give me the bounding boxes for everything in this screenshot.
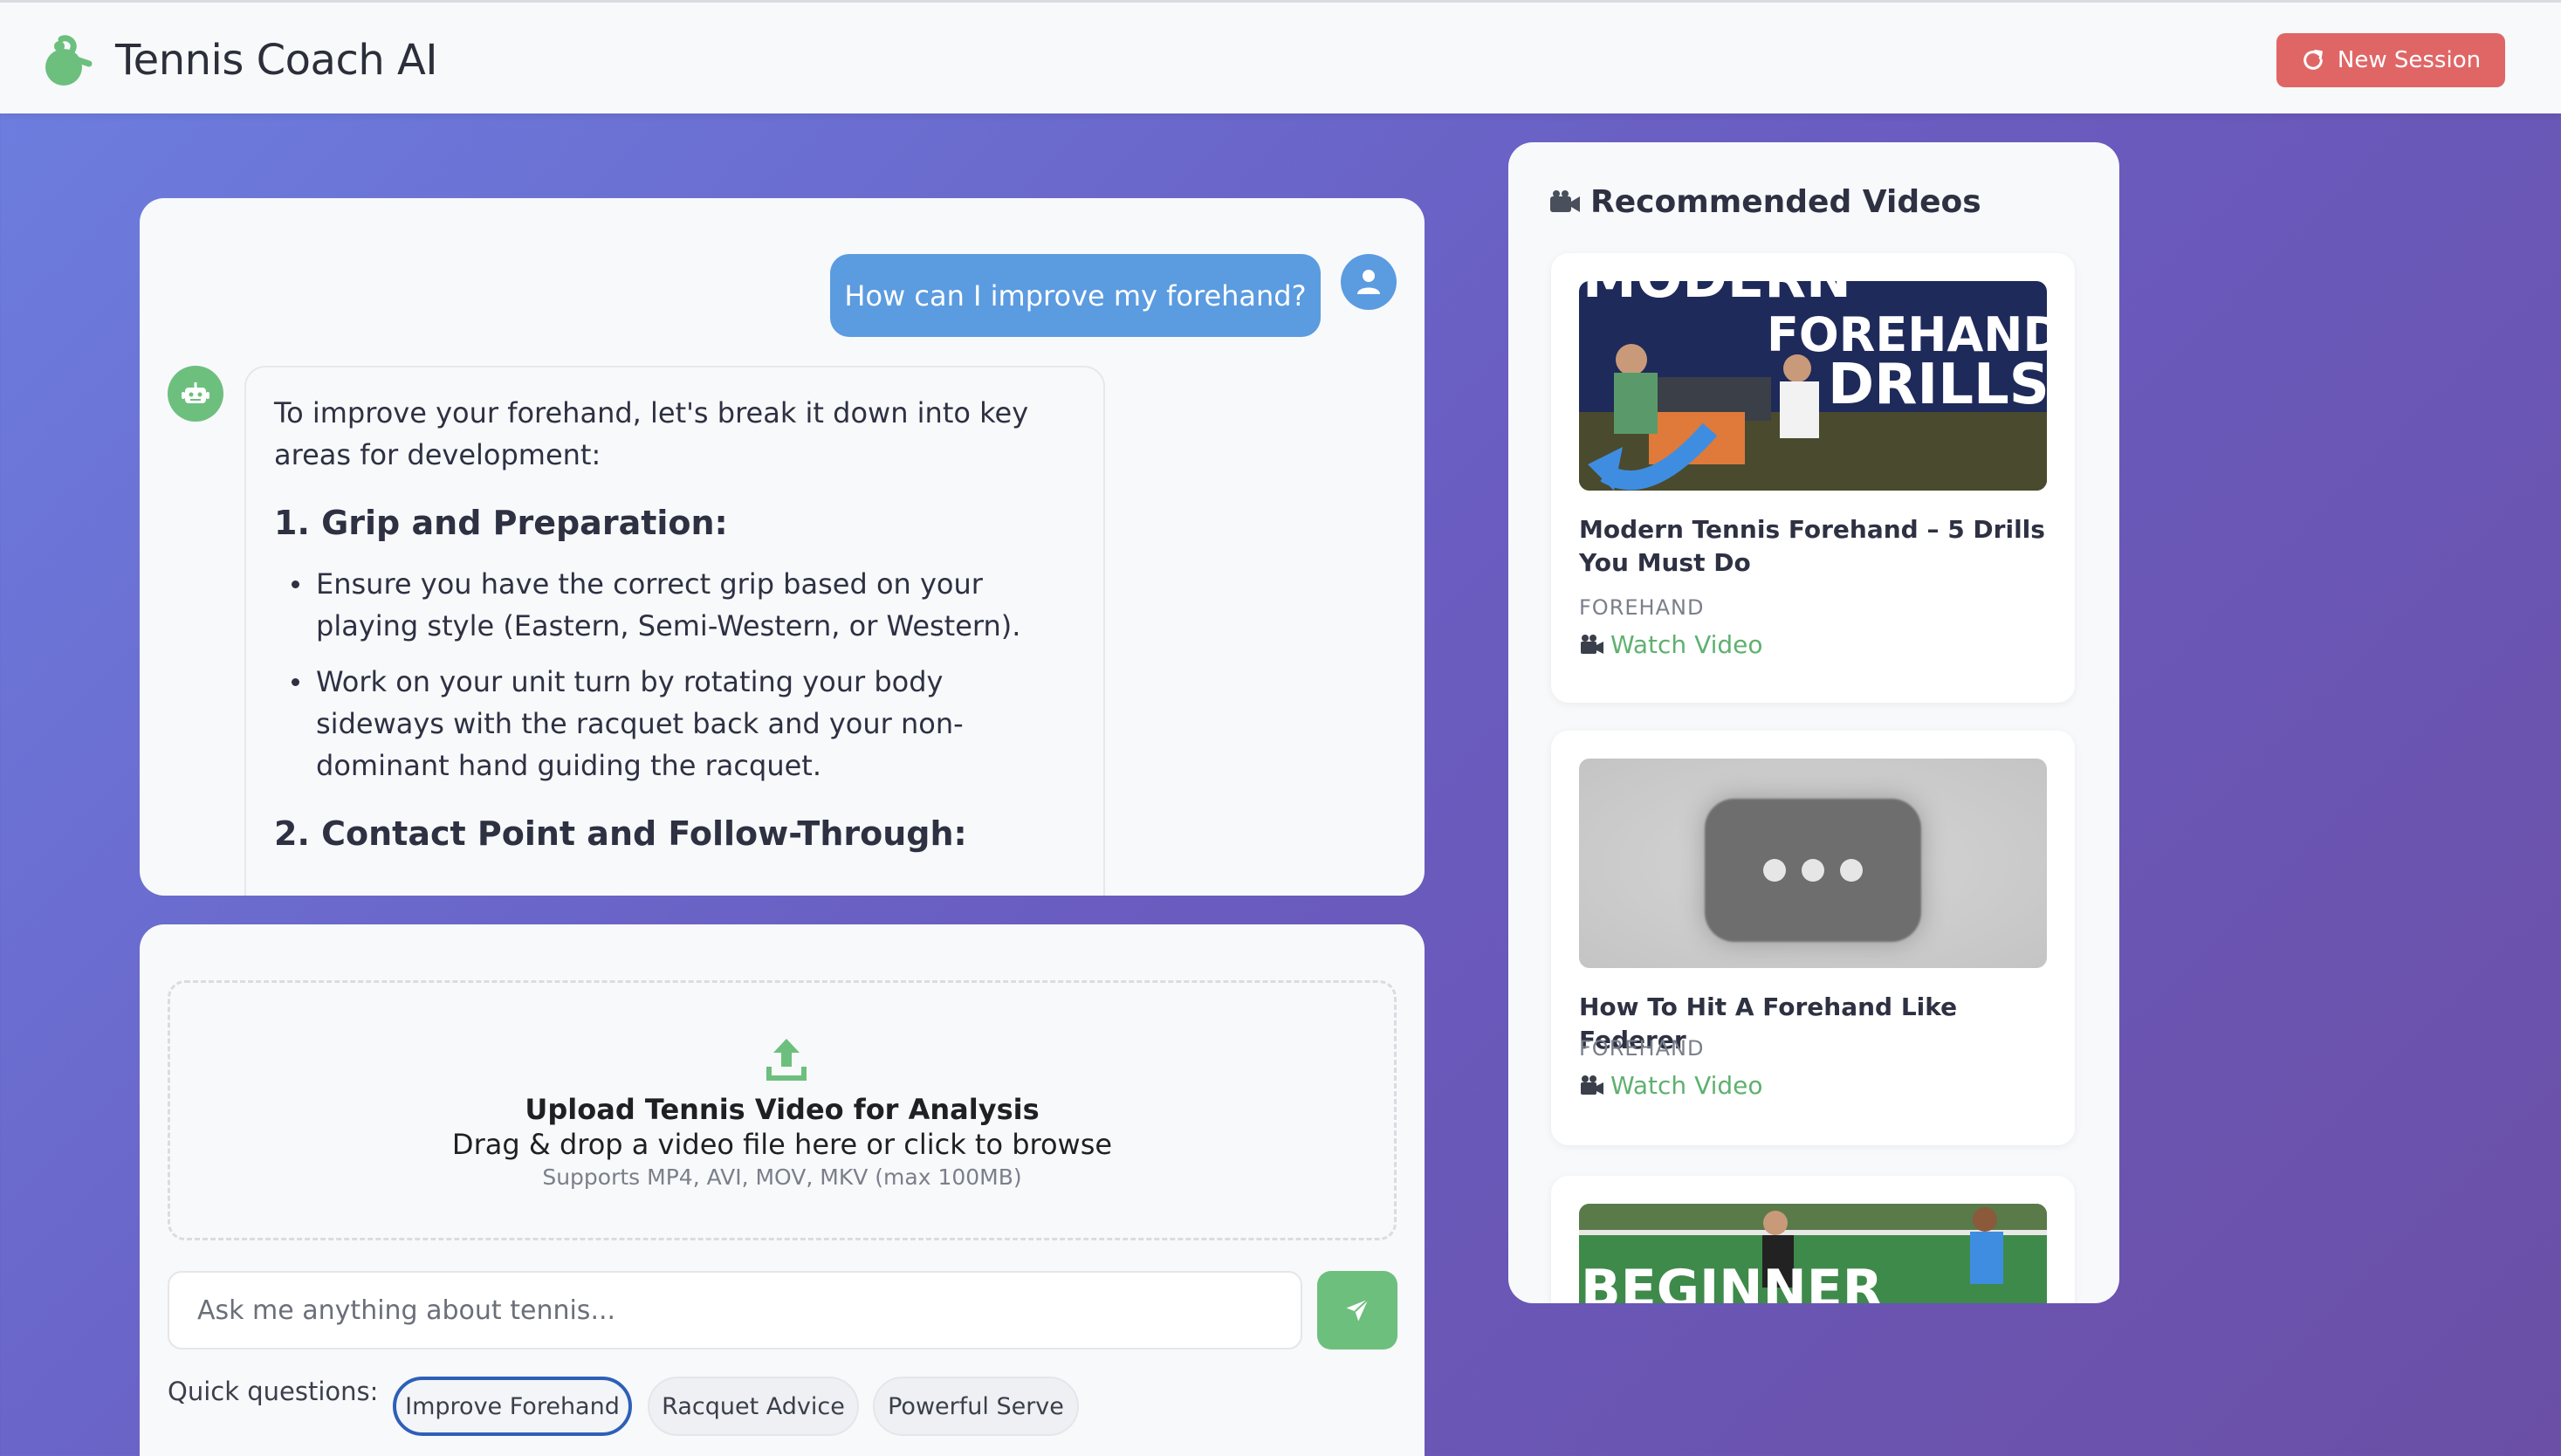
bot-avatar: [168, 366, 223, 422]
quick-chip-racquet-advice[interactable]: Racquet Advice: [648, 1377, 859, 1436]
video-card[interactable]: BEGINNER: [1551, 1176, 2075, 1303]
new-session-label: New Session: [2337, 47, 2482, 73]
videos-title-text: Recommended Videos: [1590, 184, 1981, 220]
upload-icon: [766, 1039, 807, 1081]
movie-camera-icon: [1581, 634, 1603, 654]
user-icon: [1357, 270, 1380, 294]
video-title[interactable]: Modern Tennis Forehand – 5 Drills You Mu…: [1579, 513, 2050, 580]
video-thumbnail[interactable]: MODERN FOREHAND DRILLS: [1579, 281, 2047, 491]
video-upload-dropzone[interactable]: Upload Tennis Video for Analysis Drag & …: [168, 980, 1397, 1240]
video-thumbnail[interactable]: [1579, 759, 2047, 968]
forehand-drills-thumbnail-image: MODERN FOREHAND DRILLS: [1579, 281, 2047, 491]
paper-plane-icon: [1346, 1298, 1370, 1322]
app-header: Tennis Coach AI New Session: [0, 0, 2561, 113]
upload-formats-note: Supports MP4, AVI, MOV, MKV (max 100MB): [542, 1164, 1022, 1190]
video-category: FOREHAND: [1579, 1036, 1705, 1061]
send-button[interactable]: [1317, 1271, 1397, 1350]
robot-icon: [182, 382, 209, 403]
user-avatar: [1341, 254, 1397, 310]
bot-bullet-item: Work on your unit turn by rotating your …: [274, 661, 1075, 786]
user-message-bubble: How can I improve my forehand?: [830, 254, 1321, 337]
chat-messages-panel[interactable]: How can I improve my forehand? To improv…: [140, 198, 1425, 896]
bot-intro-text: To improve your forehand, let's break it…: [274, 396, 1029, 471]
quick-questions-label: Quick questions:: [168, 1377, 379, 1406]
video-camera-icon: [1550, 189, 1580, 212]
bot-bullet-list: Ensure you have the correct grip based o…: [274, 563, 1075, 786]
upload-subtitle: Drag & drop a video file here or click t…: [451, 1128, 1113, 1161]
beginner-thumbnail-image: BEGINNER: [1579, 1204, 2047, 1303]
thumb-text-modern: MODERN: [1583, 281, 1851, 310]
ellipsis-icon: [1763, 859, 1863, 882]
bot-message-bubble: To improve your forehand, let's break it…: [244, 366, 1105, 896]
videos-panel-title: Recommended Videos: [1548, 184, 1981, 220]
bot-bullet-item: Ensure you have the correct grip based o…: [274, 563, 1075, 647]
watch-video-link[interactable]: Watch Video: [1579, 630, 1763, 659]
thumb-text-drills: DRILLS: [1828, 353, 2047, 417]
thumb-text-beginner: BEGINNER: [1581, 1259, 1883, 1303]
video-category: FOREHAND: [1579, 595, 1705, 620]
watch-video-label: Watch Video: [1610, 1071, 1763, 1100]
recommended-videos-panel[interactable]: Recommended Videos MODERN FOREHAND DRILL…: [1508, 142, 2119, 1303]
video-card[interactable]: MODERN FOREHAND DRILLS Modern Tennis For…: [1551, 253, 2075, 703]
input-panel: Upload Tennis Video for Analysis Drag & …: [140, 924, 1425, 1456]
bot-section-heading: 2. Contact Point and Follow-Through:: [274, 814, 967, 853]
movie-camera-icon: [1581, 1075, 1603, 1095]
bot-section-heading: 1. Grip and Preparation:: [274, 504, 728, 542]
quick-chip-improve-forehand[interactable]: Improve Forehand: [393, 1377, 632, 1436]
watch-video-label: Watch Video: [1610, 630, 1763, 659]
chat-message-input[interactable]: [168, 1271, 1302, 1350]
app-title: Tennis Coach AI: [115, 36, 438, 85]
tennis-logo-icon: [45, 35, 93, 86]
upload-title: Upload Tennis Video for Analysis: [525, 1093, 1040, 1126]
video-card[interactable]: How To Hit A Forehand Like Federer FOREH…: [1551, 731, 2075, 1145]
new-session-button[interactable]: New Session: [2276, 33, 2505, 87]
quick-chip-powerful-serve[interactable]: Powerful Serve: [873, 1377, 1079, 1436]
watch-video-link[interactable]: Watch Video: [1579, 1071, 1763, 1100]
video-thumbnail[interactable]: BEGINNER: [1579, 1204, 2047, 1303]
refresh-icon: [2304, 49, 2323, 70]
